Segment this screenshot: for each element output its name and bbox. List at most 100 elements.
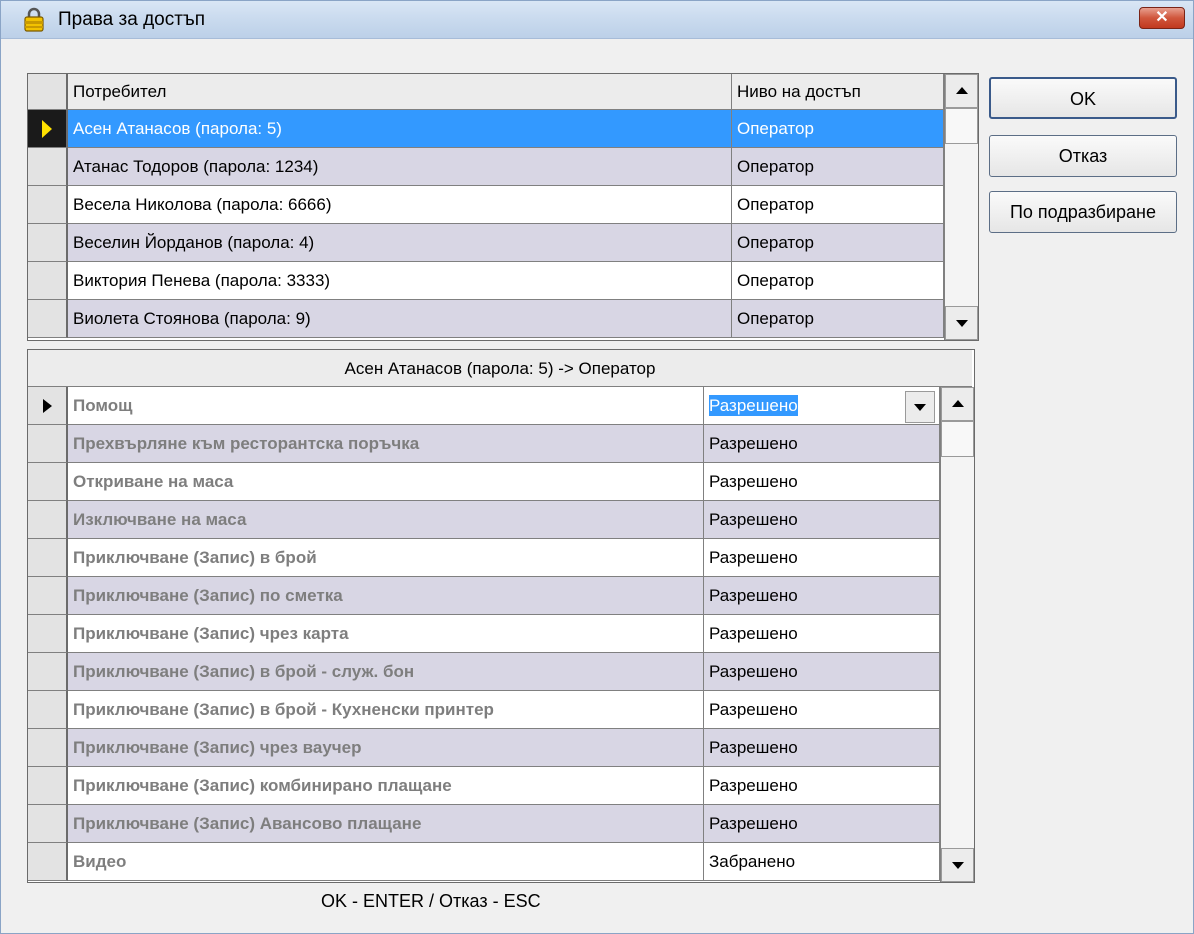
user-row[interactable]: Веселин Йорданов (парола: 4) Оператор bbox=[28, 224, 944, 262]
permission-name-cell[interactable]: Приключване (Запис) в брой bbox=[68, 539, 704, 577]
permission-name-cell[interactable]: Приключване (Запис) по сметка bbox=[68, 577, 704, 615]
user-level-cell[interactable]: Оператор bbox=[732, 186, 944, 224]
permission-row[interactable]: Приключване (Запис) комбинирано плащане … bbox=[28, 767, 940, 805]
permission-name-cell[interactable]: Прехвърляне към ресторантска поръчка bbox=[68, 425, 704, 463]
scroll-thumb[interactable] bbox=[941, 421, 974, 457]
column-header-level[interactable]: Ниво на достъп bbox=[732, 74, 944, 110]
permission-row[interactable]: Откриване на маса Разрешено bbox=[28, 463, 940, 501]
scroll-thumb[interactable] bbox=[945, 108, 978, 144]
close-button[interactable]: ✕ bbox=[1139, 7, 1185, 29]
permission-value-cell[interactable]: Разрешено bbox=[704, 653, 940, 691]
user-name-cell[interactable]: Веселин Йорданов (парола: 4) bbox=[68, 224, 732, 262]
permissions-scrollbar[interactable] bbox=[940, 387, 974, 882]
row-indicator bbox=[28, 110, 68, 148]
padlock-icon bbox=[24, 7, 44, 32]
users-header-row: Потребител Ниво на достъп bbox=[28, 74, 944, 112]
users-scrollbar[interactable] bbox=[944, 74, 978, 340]
combo-dropdown-button[interactable] bbox=[905, 391, 935, 423]
permission-value-cell[interactable]: Разрешено bbox=[704, 615, 940, 653]
permission-row[interactable]: Прехвърляне към ресторантска поръчка Раз… bbox=[28, 425, 940, 463]
row-indicator bbox=[28, 387, 68, 425]
permission-name-cell[interactable]: Приключване (Запис) в брой - служ. бон bbox=[68, 653, 704, 691]
user-name-cell[interactable]: Виктория Пенева (парола: 3333) bbox=[68, 262, 732, 300]
window-title: Права за достъп bbox=[58, 9, 206, 30]
permission-name-cell[interactable]: Откриване на маса bbox=[68, 463, 704, 501]
permission-row[interactable]: Приключване (Запис) Авансово плащане Раз… bbox=[28, 805, 940, 843]
row-indicator bbox=[28, 805, 68, 843]
permission-row[interactable]: Изключване на маса Разрешено bbox=[28, 501, 940, 539]
row-indicator bbox=[28, 729, 68, 767]
permission-name-cell[interactable]: Приключване (Запис) комбинирано плащане bbox=[68, 767, 704, 805]
scroll-down-button[interactable] bbox=[941, 848, 974, 882]
permission-value-text[interactable]: Разрешено bbox=[709, 395, 798, 416]
permission-value-cell[interactable]: Разрешено bbox=[704, 501, 940, 539]
keyboard-hint: OK - ENTER / Отказ - ESC bbox=[321, 891, 541, 911]
header-indicator bbox=[28, 74, 68, 110]
cancel-button[interactable]: Отказ bbox=[989, 135, 1177, 177]
ok-button[interactable]: OK bbox=[989, 77, 1177, 119]
row-indicator bbox=[28, 186, 68, 224]
row-indicator bbox=[28, 425, 68, 463]
user-level-cell[interactable]: Оператор bbox=[732, 300, 944, 338]
permission-row[interactable]: Приключване (Запис) в брой - Кухненски п… bbox=[28, 691, 940, 729]
permission-name-cell[interactable]: Приключване (Запис) Авансово плащане bbox=[68, 805, 704, 843]
permission-value-cell[interactable]: Разрешено bbox=[704, 729, 940, 767]
user-level-cell[interactable]: Оператор bbox=[732, 262, 944, 300]
permission-value-cell[interactable]: Разрешено bbox=[704, 691, 940, 729]
scroll-down-button[interactable] bbox=[945, 306, 978, 340]
permission-value-cell[interactable]: Разрешено bbox=[704, 425, 940, 463]
user-row[interactable]: Виолета Стоянова (парола: 9) Оператор bbox=[28, 300, 944, 338]
permission-name-cell[interactable]: Видео bbox=[68, 843, 704, 881]
permission-name-cell[interactable]: Приключване (Запис) в брой - Кухненски п… bbox=[68, 691, 704, 729]
user-name-cell[interactable]: Виолета Стоянова (парола: 9) bbox=[68, 300, 732, 338]
row-indicator bbox=[28, 300, 68, 338]
permission-value-cell[interactable]: Разрешено bbox=[704, 767, 940, 805]
scroll-up-button[interactable] bbox=[945, 74, 978, 108]
permission-row[interactable]: Приключване (Запис) чрез карта Разрешено bbox=[28, 615, 940, 653]
permissions-grid-title: Асен Атанасов (парола: 5) -> Оператор bbox=[28, 350, 972, 387]
user-level-cell[interactable]: Оператор bbox=[732, 148, 944, 186]
permission-value-cell[interactable]: Разрешено bbox=[704, 539, 940, 577]
user-row[interactable]: Атанас Тодоров (парола: 1234) Оператор bbox=[28, 148, 944, 186]
permissions-grid: Асен Атанасов (парола: 5) -> Оператор По… bbox=[27, 349, 975, 883]
permission-row[interactable]: Приключване (Запис) чрез ваучер Разрешен… bbox=[28, 729, 940, 767]
permission-row[interactable]: Видео Забранено bbox=[28, 843, 940, 881]
row-indicator bbox=[28, 653, 68, 691]
title-bar: Права за достъп ✕ bbox=[1, 1, 1193, 39]
users-grid: Потребител Ниво на достъп Асен Атанасов … bbox=[27, 73, 979, 341]
user-row[interactable]: Виктория Пенева (парола: 3333) Оператор bbox=[28, 262, 944, 300]
row-indicator bbox=[28, 577, 68, 615]
row-indicator bbox=[28, 767, 68, 805]
row-indicator bbox=[28, 463, 68, 501]
permission-value-cell[interactable]: Разрешено bbox=[704, 805, 940, 843]
permission-name-cell[interactable]: Помощ bbox=[68, 387, 704, 425]
user-row[interactable]: Асен Атанасов (парола: 5) Оператор bbox=[28, 110, 944, 148]
row-indicator bbox=[28, 501, 68, 539]
permission-row[interactable]: Помощ Разрешено bbox=[28, 387, 940, 425]
default-button[interactable]: По подразбиране bbox=[989, 191, 1177, 233]
user-name-cell[interactable]: Весела Николова (парола: 6666) bbox=[68, 186, 732, 224]
permission-name-cell[interactable]: Приключване (Запис) чрез ваучер bbox=[68, 729, 704, 767]
row-indicator bbox=[28, 148, 68, 186]
row-indicator bbox=[28, 843, 68, 881]
column-header-user[interactable]: Потребител bbox=[68, 74, 732, 110]
row-indicator bbox=[28, 539, 68, 577]
permission-value-cell[interactable]: Забранено bbox=[704, 843, 940, 881]
row-indicator bbox=[28, 224, 68, 262]
row-indicator bbox=[28, 615, 68, 653]
scroll-up-button[interactable] bbox=[941, 387, 974, 421]
permission-row[interactable]: Приключване (Запис) по сметка Разрешено bbox=[28, 577, 940, 615]
permission-name-cell[interactable]: Приключване (Запис) чрез карта bbox=[68, 615, 704, 653]
user-name-cell[interactable]: Асен Атанасов (парола: 5) bbox=[68, 110, 732, 148]
user-level-cell[interactable]: Оператор bbox=[732, 224, 944, 262]
permission-name-cell[interactable]: Изключване на маса bbox=[68, 501, 704, 539]
row-indicator bbox=[28, 262, 68, 300]
user-row[interactable]: Весела Николова (парола: 6666) Оператор bbox=[28, 186, 944, 224]
permission-row[interactable]: Приключване (Запис) в брой - служ. бон Р… bbox=[28, 653, 940, 691]
permission-row[interactable]: Приключване (Запис) в брой Разрешено bbox=[28, 539, 940, 577]
permission-value-cell[interactable]: Разрешено bbox=[704, 577, 940, 615]
user-name-cell[interactable]: Атанас Тодоров (парола: 1234) bbox=[68, 148, 732, 186]
access-rights-dialog: Права за достъп ✕ Потребител Ниво на дос… bbox=[0, 0, 1194, 934]
user-level-cell[interactable]: Оператор bbox=[732, 110, 944, 148]
permission-value-cell[interactable]: Разрешено bbox=[704, 463, 940, 501]
